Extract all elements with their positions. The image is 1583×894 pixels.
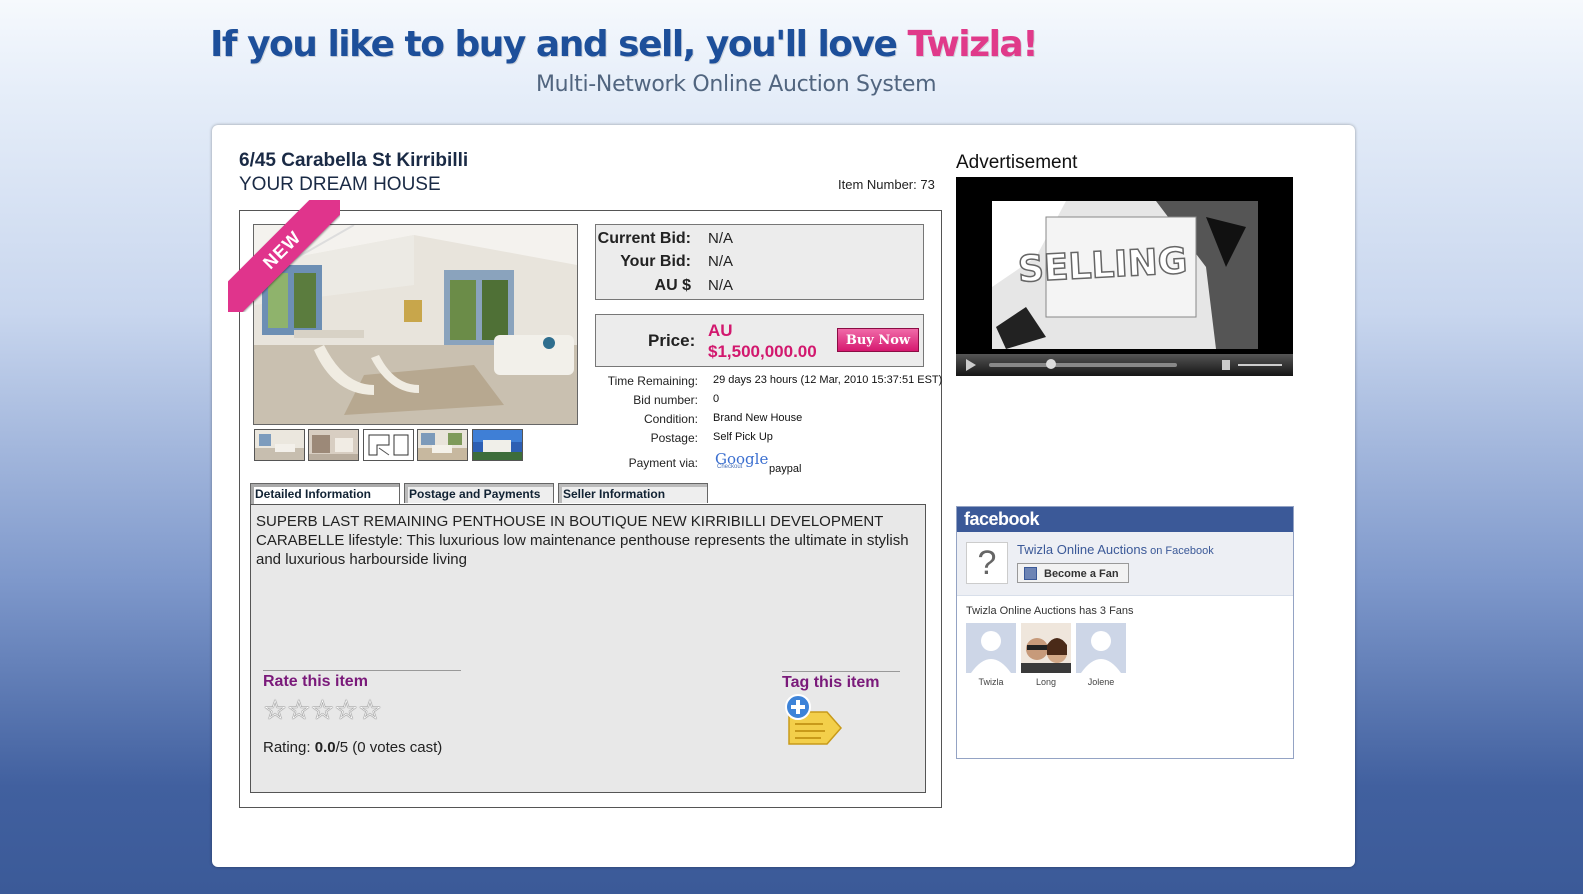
rating-score: 0.0 (314, 739, 336, 756)
facebook-widget: facebook ? Twizla Online Auctions on Fac… (956, 506, 1294, 759)
condition-label: Condition: (643, 412, 698, 426)
fan-avatar (1021, 623, 1071, 673)
new-ribbon-label: NEW (228, 200, 340, 312)
price-currency: AU (708, 321, 733, 340)
facebook-page-name: Twizla Online Auctions (1017, 542, 1148, 557)
rating-prefix: Rating: (263, 739, 315, 756)
google-checkout-logo: Google Checkout (715, 450, 768, 470)
rate-title: Rate this item (263, 673, 368, 690)
play-icon[interactable] (966, 359, 976, 371)
site-subtitle: Multi-Network Online Auction System (536, 72, 937, 97)
facebook-page-info: ? Twizla Online Auctions on Facebook Bec… (957, 532, 1293, 596)
tag-title: Tag this item (782, 674, 880, 691)
fan-item[interactable]: Twizla (966, 623, 1016, 687)
item-title: 6/45 Carabella St Kirribilli (239, 150, 469, 171)
facebook-page-link[interactable]: Twizla Online Auctions on Facebook (1017, 542, 1214, 557)
become-a-fan-button[interactable]: Become a Fan (1017, 563, 1129, 583)
time-remaining-label: Time Remaining: (607, 374, 698, 388)
facebook-header: facebook (957, 507, 1293, 532)
tab-seller-information[interactable]: Seller Information (558, 483, 708, 503)
current-bid-value: N/A (708, 230, 734, 247)
fan-avatar (1076, 623, 1126, 673)
tag-add-icon[interactable] (785, 694, 843, 746)
item-description: SUPERB LAST REMAINING PENTHOUSE IN BOUTI… (256, 513, 909, 568)
postage-value: Self Pick Up (713, 431, 773, 443)
fan-button-label: Become a Fan (1044, 568, 1119, 580)
facebook-fan-count: Twizla Online Auctions has 3 Fans (966, 605, 1134, 617)
fan-name: Jolene (1087, 677, 1115, 687)
fan-icon (1024, 567, 1037, 580)
item-number: Item Number: 73 (838, 177, 935, 192)
fan-avatar (966, 623, 1016, 673)
bid-number-value: 0 (713, 393, 720, 405)
video-seek-handle[interactable] (1046, 359, 1056, 369)
rate-divider (263, 670, 461, 671)
new-ribbon: NEW (228, 200, 340, 312)
facebook-on-label: on Facebook (1147, 545, 1214, 557)
thumbnail-5[interactable] (472, 429, 523, 461)
paypal-label: paypal (769, 463, 802, 475)
condition-value: Brand New House (713, 412, 803, 424)
thumbnail-1[interactable] (254, 429, 305, 461)
currency-label: AU $ (654, 277, 691, 294)
thumbnail-4[interactable] (417, 429, 468, 461)
volume-slider[interactable] (1238, 364, 1282, 366)
bid-summary: Current Bid: N/A Your Bid: N/A AU $ N/A (595, 224, 924, 300)
price-box: Price: AU $1,500,000.00 Buy Now (595, 314, 924, 367)
fan-item[interactable]: Long (1021, 623, 1071, 687)
item-subtitle: YOUR DREAM HOUSE (239, 174, 441, 195)
buy-now-button[interactable]: Buy Now (837, 328, 919, 352)
rating-stars[interactable]: ☆☆☆☆☆ (263, 695, 382, 726)
bid-number-label: Bid number: (633, 393, 698, 407)
fan-name: Twizla (978, 677, 1004, 687)
payment-label: Payment via: (628, 456, 698, 470)
tab-postage-and-payments[interactable]: Postage and Payments (404, 483, 554, 503)
google-logo-sub: Checkout (717, 464, 743, 470)
currency-value: N/A (708, 277, 734, 294)
rating-suffix: /5 (0 votes cast) (335, 739, 443, 756)
price-value: AU $1,500,000.00 (708, 320, 817, 362)
volume-icon[interactable] (1222, 360, 1230, 370)
advertisement-video[interactable]: SELLING (956, 177, 1293, 376)
fan-item[interactable]: Jolene (1076, 623, 1126, 687)
price-amount: $1,500,000.00 (708, 342, 817, 361)
video-controls (956, 354, 1293, 376)
postage-label: Postage: (650, 431, 698, 445)
current-bid-label: Current Bid: (597, 230, 691, 247)
your-bid-value: N/A (708, 253, 734, 270)
fan-name: Long (1035, 677, 1057, 687)
video-seek-bar[interactable] (989, 363, 1177, 367)
tag-divider (782, 671, 900, 672)
tagline-text: If you like to buy and sell, you'll love (210, 24, 908, 65)
time-remaining-value: 29 days 23 hours (12 Mar, 2010 15:37:51 … (713, 374, 943, 386)
rating-summary: Rating: 0.0/5 (0 votes cast) (263, 739, 442, 756)
site-tagline: If you like to buy and sell, you'll love… (210, 24, 1039, 65)
facebook-page-avatar[interactable]: ? (966, 542, 1008, 584)
thumbnail-3[interactable] (363, 429, 414, 461)
price-label: Price: (648, 331, 696, 350)
tab-detailed-information[interactable]: Detailed Information (250, 483, 400, 505)
thumbnail-2[interactable] (308, 429, 359, 461)
your-bid-label: Your Bid: (620, 253, 691, 270)
advertisement-label: Advertisement (956, 152, 1078, 173)
brand-name: Twizla! (907, 24, 1038, 65)
